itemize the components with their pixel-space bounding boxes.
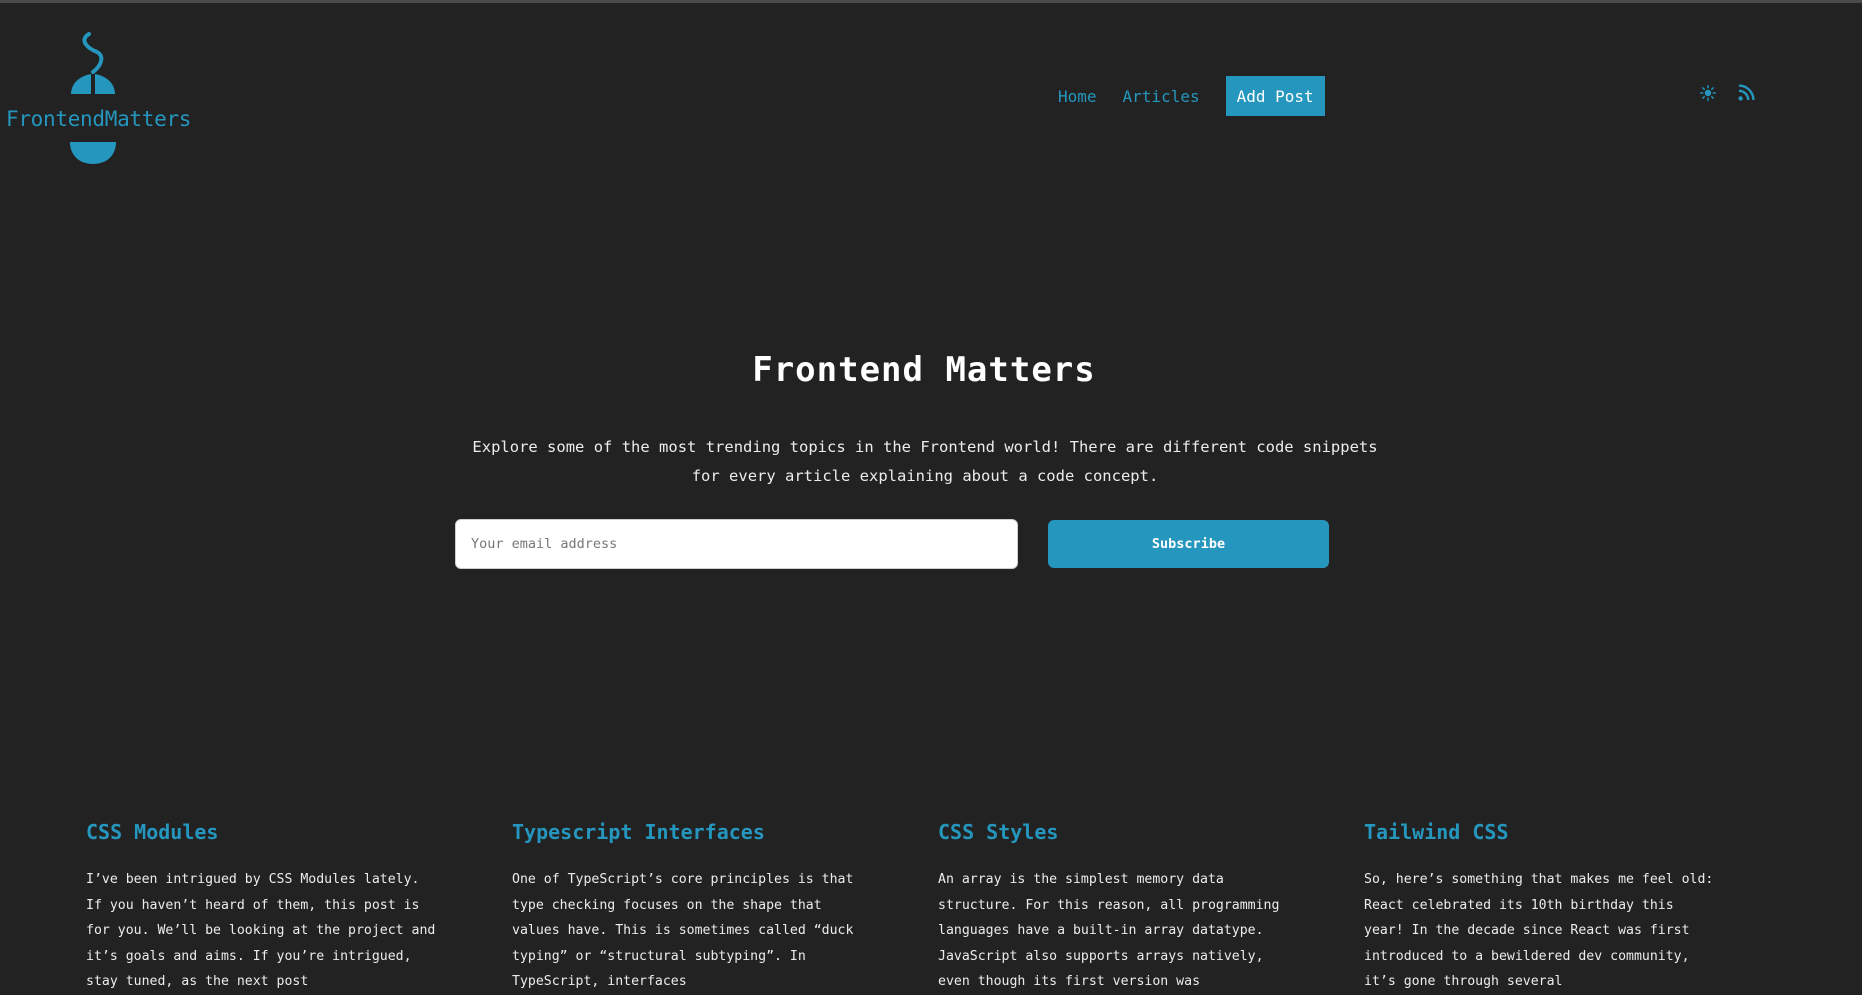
main-nav: Home Articles Add Post xyxy=(1040,76,1325,116)
brand-logo[interactable]: FrontendMatters xyxy=(4,32,194,164)
theme-toggle-sun-icon[interactable] xyxy=(1700,84,1716,101)
article-title[interactable]: CSS Styles xyxy=(938,820,1292,846)
article-card: Typescript Interfaces One of TypeScript’… xyxy=(512,820,866,995)
article-excerpt: One of TypeScript’s core principles is t… xyxy=(512,872,854,990)
articles-list: CSS Modules I’ve been intrigued by CSS M… xyxy=(86,820,1718,995)
mouse-icon xyxy=(70,32,116,164)
article-card: CSS Styles An array is the simplest memo… xyxy=(938,820,1292,995)
article-card: Tailwind CSS So, here’s something that m… xyxy=(1364,820,1718,995)
email-input[interactable] xyxy=(455,519,1018,569)
header-icons xyxy=(1700,84,1755,101)
subscribe-button[interactable]: Subscribe xyxy=(1048,520,1329,568)
rss-feed-icon[interactable] xyxy=(1738,84,1755,101)
brand-name: FrontendMatters xyxy=(6,107,192,131)
hero-title: Frontend Matters xyxy=(752,350,1096,390)
article-excerpt: An array is the simplest memory data str… xyxy=(938,872,1280,990)
add-post-button[interactable]: Add Post xyxy=(1225,76,1325,116)
article-title[interactable]: Typescript Interfaces xyxy=(512,820,866,846)
article-card: CSS Modules I’ve been intrigued by CSS M… xyxy=(86,820,440,995)
article-excerpt: I’ve been intrigued by CSS Modules latel… xyxy=(86,872,436,990)
article-title[interactable]: Tailwind CSS xyxy=(1364,820,1718,846)
article-excerpt: So, here’s something that makes me feel … xyxy=(1364,872,1714,990)
nav-articles-link[interactable]: Articles xyxy=(1123,87,1200,106)
window-top-border xyxy=(0,0,1862,3)
nav-home-link[interactable]: Home xyxy=(1058,87,1097,106)
hero-description: Explore some of the most trending topics… xyxy=(472,438,1378,485)
article-title[interactable]: CSS Modules xyxy=(86,820,440,846)
